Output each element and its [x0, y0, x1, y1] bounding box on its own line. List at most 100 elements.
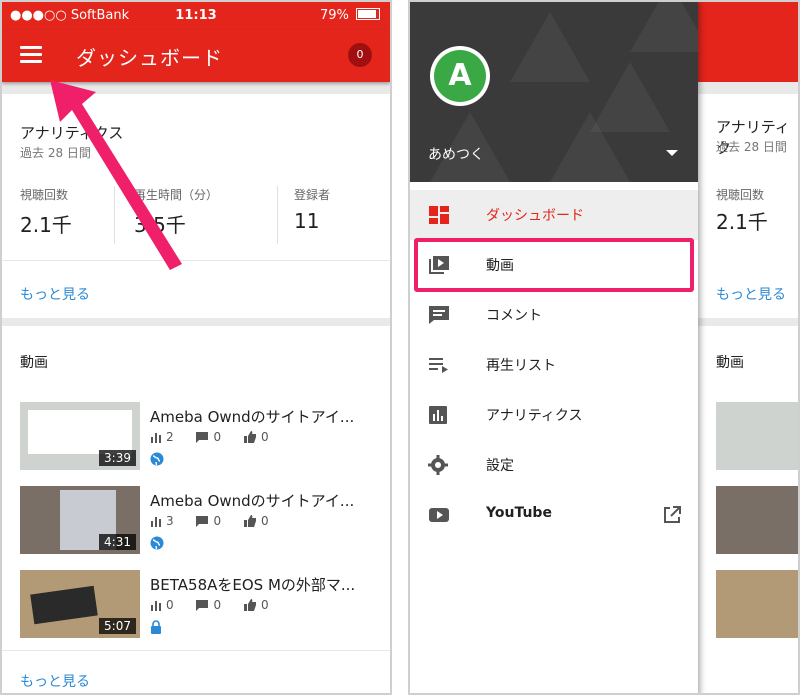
videos-card-behind: 動画 — [698, 326, 798, 693]
notification-badge[interactable]: 0 — [348, 43, 372, 67]
drawer-item-label: コメント — [486, 308, 542, 324]
battery-percent: 79% — [319, 8, 349, 23]
drawer-item-youtube[interactable]: YouTube — [410, 490, 698, 540]
video-thumbnail — [716, 570, 798, 638]
analytics-title: アナリティクス — [20, 124, 124, 142]
like-count: 0 — [260, 514, 269, 528]
video-title[interactable]: Ameba Owndのサイトアイ... — [150, 490, 354, 511]
stat-label: 再生時間（分） — [134, 188, 219, 202]
video-title[interactable]: BETA58AをEOS Mの外部マ... — [150, 574, 355, 595]
stat-subscribers: 登録者 11 — [294, 186, 330, 250]
gear-icon — [428, 455, 448, 475]
comment-icon — [429, 306, 449, 324]
divider — [114, 186, 115, 244]
video-duration: 3:39 — [99, 450, 136, 466]
video-thumbnail[interactable]: 3:39 — [20, 402, 140, 470]
drawer-item-label: 設定 — [486, 458, 514, 474]
dashboard-screen: ●●●○○ SoftBank 11:13 79% ダッシュボード 0 アナリティ… — [0, 0, 392, 695]
globe-icon — [150, 452, 164, 466]
view-count: 0 — [166, 598, 174, 612]
videos-more-link[interactable]: もっと見る — [20, 671, 90, 691]
avatar[interactable]: A — [430, 46, 490, 106]
globe-icon — [150, 536, 164, 550]
bar-chart-icon — [151, 433, 161, 443]
stat-value: 2.1千 — [716, 210, 768, 234]
stat-value: 11 — [294, 209, 320, 233]
navigation-drawer: A あめつく ダッシュボード 動画 コメント 再生リスト アナリティクス 設定 … — [410, 2, 698, 693]
video-row[interactable]: 3:39 Ameba Owndのサイトアイ... 2 0 0 — [20, 402, 390, 470]
thumbs-up-icon — [243, 599, 256, 611]
stat-watch-time: 再生時間（分） 3.5千 — [134, 186, 218, 250]
app-bar: ダッシュボード 0 — [2, 30, 390, 82]
drawer-item-label: YouTube — [486, 505, 552, 521]
video-metrics: 2 0 0 — [150, 430, 287, 444]
divider — [277, 186, 278, 244]
video-row[interactable]: 4:31 Ameba Owndのサイトアイ... 3 0 0 — [20, 486, 390, 554]
drawer-screen: アナリティク 過去 28 日間 視聴回数 2.1千 もっと見る 動画 A あめつ… — [408, 0, 800, 695]
avatar-letter: A — [434, 50, 486, 102]
drawer-item-comments[interactable]: コメント — [410, 290, 698, 340]
chevron-down-icon[interactable] — [666, 150, 678, 156]
stat-label: 視聴回数 — [20, 188, 69, 202]
analytics-period: 過去 28 日間 — [20, 146, 91, 160]
analytics-more-link: もっと見る — [716, 287, 786, 303]
video-duration: 4:31 — [99, 534, 136, 550]
comment-icon — [196, 516, 209, 527]
comment-count: 0 — [213, 514, 222, 528]
battery-icon — [356, 8, 380, 20]
drawer-item-settings[interactable]: 設定 — [410, 440, 698, 490]
dashboard-icon — [429, 206, 449, 224]
analytics-card: アナリティクス 過去 28 日間 視聴回数 2.1千 再生時間（分） 3.5千 … — [2, 94, 390, 318]
drawer-item-dashboard[interactable]: ダッシュボード — [410, 190, 698, 240]
thumbs-up-icon — [243, 431, 256, 443]
stat-value: 2.1千 — [20, 213, 72, 237]
like-count: 0 — [260, 430, 269, 444]
video-thumbnail[interactable]: 4:31 — [20, 486, 140, 554]
divider — [2, 260, 390, 261]
external-link-icon[interactable] — [662, 505, 682, 525]
comment-icon — [196, 432, 209, 443]
bar-chart-icon — [151, 517, 161, 527]
analytics-card-behind: アナリティク 過去 28 日間 視聴回数 2.1千 もっと見る — [698, 94, 798, 318]
comment-count: 0 — [213, 598, 222, 612]
lock-icon — [151, 620, 161, 634]
analytics-period: 過去 28 日間 — [716, 140, 787, 154]
video-thumbnail[interactable]: 5:07 — [20, 570, 140, 638]
bar-chart-icon — [151, 601, 161, 611]
video-duration: 5:07 — [99, 618, 136, 634]
videos-title: 動画 — [716, 355, 744, 371]
drawer-item-label: ダッシュボード — [486, 208, 584, 224]
app-bar-behind — [698, 2, 798, 82]
stat-label: 視聴回数 — [716, 188, 765, 202]
comment-count: 0 — [213, 430, 222, 444]
video-thumbnail — [716, 486, 798, 554]
menu-icon[interactable] — [20, 46, 42, 64]
divider — [2, 650, 390, 651]
stat-value: 3.5千 — [134, 213, 186, 237]
like-count: 0 — [260, 598, 269, 612]
playlist-icon — [429, 358, 448, 373]
comment-icon — [196, 600, 209, 611]
drawer-item-label: 再生リスト — [486, 358, 556, 374]
video-metrics: 3 0 0 — [150, 514, 287, 528]
video-thumbnail — [716, 402, 798, 470]
annotation-highlight — [414, 238, 694, 292]
drawer-header: A あめつく — [410, 2, 698, 182]
video-title[interactable]: Ameba Owndのサイトアイ... — [150, 406, 354, 427]
status-bar: ●●●○○ SoftBank 11:13 79% — [2, 2, 390, 30]
analytics-icon — [429, 406, 447, 424]
videos-card: 動画 3:39 Ameba Owndのサイトアイ... 2 0 0 4:31 A… — [2, 326, 390, 693]
video-metrics: 0 0 0 — [150, 598, 287, 612]
drawer-item-analytics[interactable]: アナリティクス — [410, 390, 698, 440]
videos-title: 動画 — [20, 355, 48, 371]
view-count: 2 — [166, 430, 174, 444]
battery-status: 79% — [320, 8, 380, 23]
drawer-item-playlists[interactable]: 再生リスト — [410, 340, 698, 390]
account-name[interactable]: あめつく — [428, 144, 484, 164]
page-title: ダッシュボード — [76, 46, 223, 70]
view-count: 3 — [166, 514, 174, 528]
video-row[interactable]: 5:07 BETA58AをEOS Mの外部マ... 0 0 0 — [20, 570, 390, 638]
stat-label: 登録者 — [294, 188, 331, 202]
drawer-item-label: アナリティクス — [486, 408, 583, 424]
analytics-more-link[interactable]: もっと見る — [20, 284, 90, 304]
